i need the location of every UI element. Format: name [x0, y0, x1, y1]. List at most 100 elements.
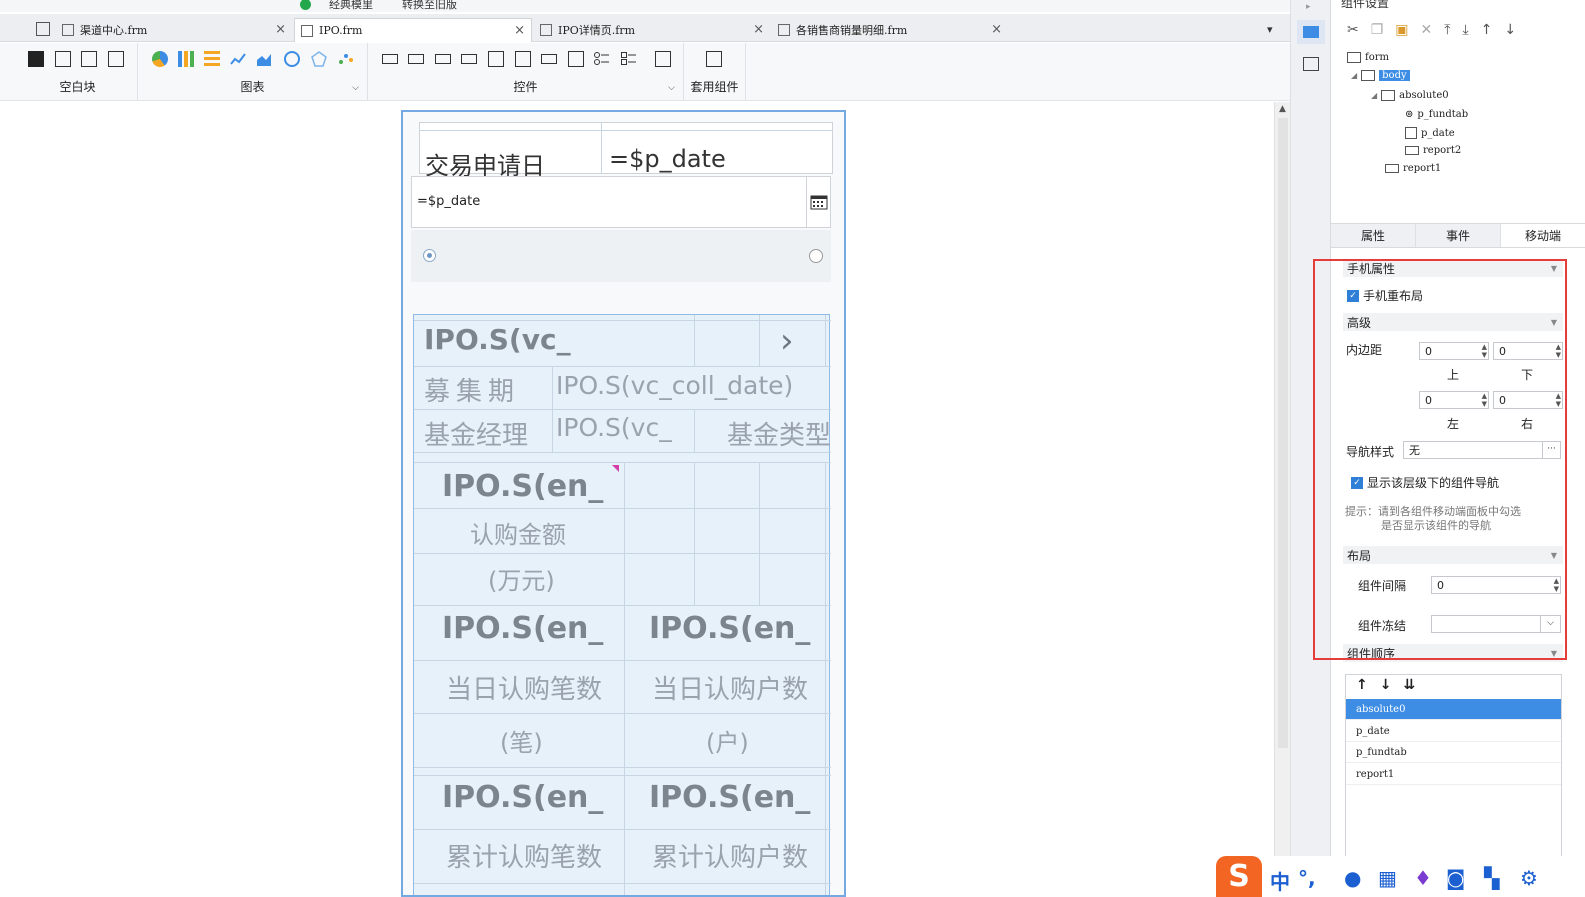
tree-node-p-date[interactable]: p_date — [1405, 127, 1455, 139]
tree-node-p-fundtab[interactable]: ⊚ p_fundtab — [1405, 109, 1468, 120]
game-icon[interactable]: ◙ — [1446, 866, 1465, 890]
tree-node-body[interactable]: ◢ body — [1351, 70, 1410, 81]
block-day-count-value: IPO.S(en_ — [442, 611, 604, 646]
textbox-control-icon[interactable] — [435, 54, 451, 64]
button-control-icon[interactable] — [382, 54, 398, 64]
scatter-chart-icon[interactable] — [338, 51, 354, 67]
textarea-control-icon[interactable] — [568, 51, 584, 67]
copy-icon[interactable]: ❐ — [1371, 22, 1384, 38]
tree-node-absolute0[interactable]: ◢ absolute0 — [1371, 90, 1449, 101]
classic-mode-button[interactable]: 经典模里 — [300, 0, 373, 12]
body-node-icon — [1361, 70, 1376, 81]
apps-grid-icon[interactable]: ▚ — [1484, 866, 1499, 890]
hsplit-block-icon[interactable] — [81, 51, 97, 67]
report-node-icon — [1385, 164, 1399, 173]
bar-chart-icon[interactable] — [178, 51, 194, 67]
quick-toolbar: 经典模里 转换至旧版 — [0, 0, 1290, 12]
switch-old-version-button[interactable]: 转换至旧版 — [402, 0, 457, 12]
close-icon[interactable]: × — [514, 23, 525, 38]
calendar-icon[interactable] — [806, 177, 830, 227]
order-item-absolute0[interactable]: absolute0 — [1346, 699, 1561, 720]
tab-mobile[interactable]: 移动端 — [1501, 224, 1585, 247]
skin-icon[interactable]: ♦ — [1414, 866, 1432, 890]
radio-icon[interactable] — [809, 249, 823, 263]
sort-icon[interactable]: ⇊ — [1403, 677, 1415, 693]
cut-icon[interactable]: ✂ — [1347, 22, 1359, 38]
block-total-count-value: IPO.S(en_ — [442, 780, 604, 815]
chevron-right-icon[interactable]: ▸ — [1306, 2, 1311, 12]
tab-properties[interactable]: 属性 — [1331, 224, 1416, 247]
tab-events[interactable]: 事件 — [1416, 224, 1501, 247]
tab-list-dropdown-icon[interactable]: ▾ — [1267, 23, 1273, 36]
sogou-logo-icon[interactable]: S — [1216, 856, 1262, 897]
split-block-icon[interactable] — [55, 51, 71, 67]
move-down-icon[interactable]: ↓ — [1504, 22, 1516, 38]
combo-control-icon[interactable] — [461, 54, 477, 64]
assistant-icon[interactable]: ⚙ — [1520, 866, 1538, 890]
move-up-icon[interactable]: ↑ — [1356, 677, 1368, 693]
checkbox-group-icon[interactable] — [621, 51, 637, 67]
ime-punct-toggle[interactable]: °, — [1298, 866, 1316, 890]
move-top-icon[interactable]: ⤒ — [1444, 22, 1450, 38]
report-node-icon — [1405, 146, 1419, 155]
tree-node-report1[interactable]: report1 — [1385, 163, 1441, 174]
area-chart-icon[interactable] — [256, 51, 272, 67]
grid-block-icon[interactable] — [108, 51, 124, 67]
ime-mode-toggle[interactable]: 中 — [1270, 866, 1290, 895]
search-control-icon[interactable] — [655, 51, 671, 67]
chevron-up-icon[interactable]: ▲ — [1279, 104, 1286, 114]
order-item-p-date[interactable]: p_date — [1346, 721, 1561, 742]
scrollbar-thumb[interactable] — [1278, 118, 1288, 748]
move-bottom-icon[interactable]: ⤓ — [1462, 22, 1468, 38]
tab-ipo-detail[interactable]: IPO详情页.frm × — [534, 18, 770, 42]
p-date-input[interactable]: =$p_date — [411, 176, 831, 228]
close-icon[interactable]: × — [991, 22, 1002, 37]
template-component-icon[interactable] — [706, 51, 722, 67]
mobile-preview[interactable]: 交易申请日 =$p_date =$p_date IPO.S(vc_ › 募集期 … — [401, 110, 846, 897]
close-icon[interactable]: × — [753, 22, 764, 37]
gauge-chart-icon[interactable] — [284, 51, 300, 67]
date-control-icon[interactable] — [515, 51, 531, 67]
order-item-report1[interactable]: report1 — [1346, 764, 1561, 785]
keyboard-icon[interactable]: ▦ — [1378, 866, 1397, 890]
pie-chart-icon[interactable] — [152, 51, 168, 67]
tree-node-report2[interactable]: report2 — [1405, 145, 1461, 156]
tree-node-form[interactable]: form — [1347, 52, 1389, 63]
chevron-down-icon[interactable]: ⌵ — [352, 83, 359, 93]
line-chart-icon[interactable] — [230, 51, 246, 67]
order-item-p-fundtab[interactable]: p_fundtab — [1346, 742, 1561, 763]
radio-icon[interactable] — [423, 249, 436, 262]
block-icon[interactable] — [28, 51, 44, 67]
layout-panel-icon[interactable] — [1303, 57, 1319, 71]
move-down-icon[interactable]: ↓ — [1380, 677, 1392, 693]
chevron-down-icon[interactable]: ◢ — [1351, 71, 1357, 80]
chevron-down-icon[interactable]: ◢ — [1371, 91, 1377, 100]
document-tabbar: 渠道中心.frm × IPO.frm × IPO详情页.frm × 各销售商销量明细.… — [0, 14, 1290, 42]
close-icon[interactable]: × — [275, 22, 286, 37]
ime-toolbar: S 中 °, ● ▦ ♦ ◙ ▚ ⚙ — [1214, 856, 1585, 897]
delete-icon[interactable]: ✕ — [1421, 22, 1433, 38]
tab-ipo[interactable]: IPO.frm × — [294, 18, 532, 42]
radio-group-icon[interactable] — [594, 51, 610, 67]
absolute0-container[interactable] — [411, 230, 831, 282]
date-node-icon — [1405, 127, 1417, 139]
move-up-icon[interactable]: ↑ — [1481, 22, 1493, 38]
tab-dealer-sales[interactable]: 各销售商销量明细.frm × — [772, 18, 1008, 42]
component-settings-toggle[interactable] — [1297, 20, 1325, 44]
microphone-icon[interactable]: ● — [1344, 866, 1361, 890]
tab-channel-center[interactable]: 渠道中心.frm × — [56, 18, 292, 42]
hbar-chart-icon[interactable] — [204, 51, 220, 67]
ribbon-toolbar: 空白块 图表 ⌵ 控件 ⌵ 套用组件 — [0, 43, 1290, 101]
number-control-icon[interactable] — [541, 54, 557, 64]
radar-chart-icon[interactable] — [311, 51, 327, 67]
p-fundtab[interactable]: IPO.S(vc_ › 募集期 IPO.S(vc_coll_date) 基金经理… — [413, 314, 831, 895]
canvas-scrollbar[interactable]: ▲ — [1274, 102, 1290, 897]
chevron-down-icon[interactable]: ⌵ — [668, 83, 675, 93]
block-day-count-unit: (笔) — [500, 729, 543, 757]
chevron-right-icon[interactable]: › — [780, 321, 794, 361]
list-control-icon[interactable] — [488, 51, 504, 67]
label-control-icon[interactable] — [408, 54, 424, 64]
grid-menu-icon[interactable] — [36, 22, 50, 36]
absolute-node-icon — [1381, 90, 1396, 101]
paste-icon[interactable]: ▣ — [1395, 22, 1408, 38]
